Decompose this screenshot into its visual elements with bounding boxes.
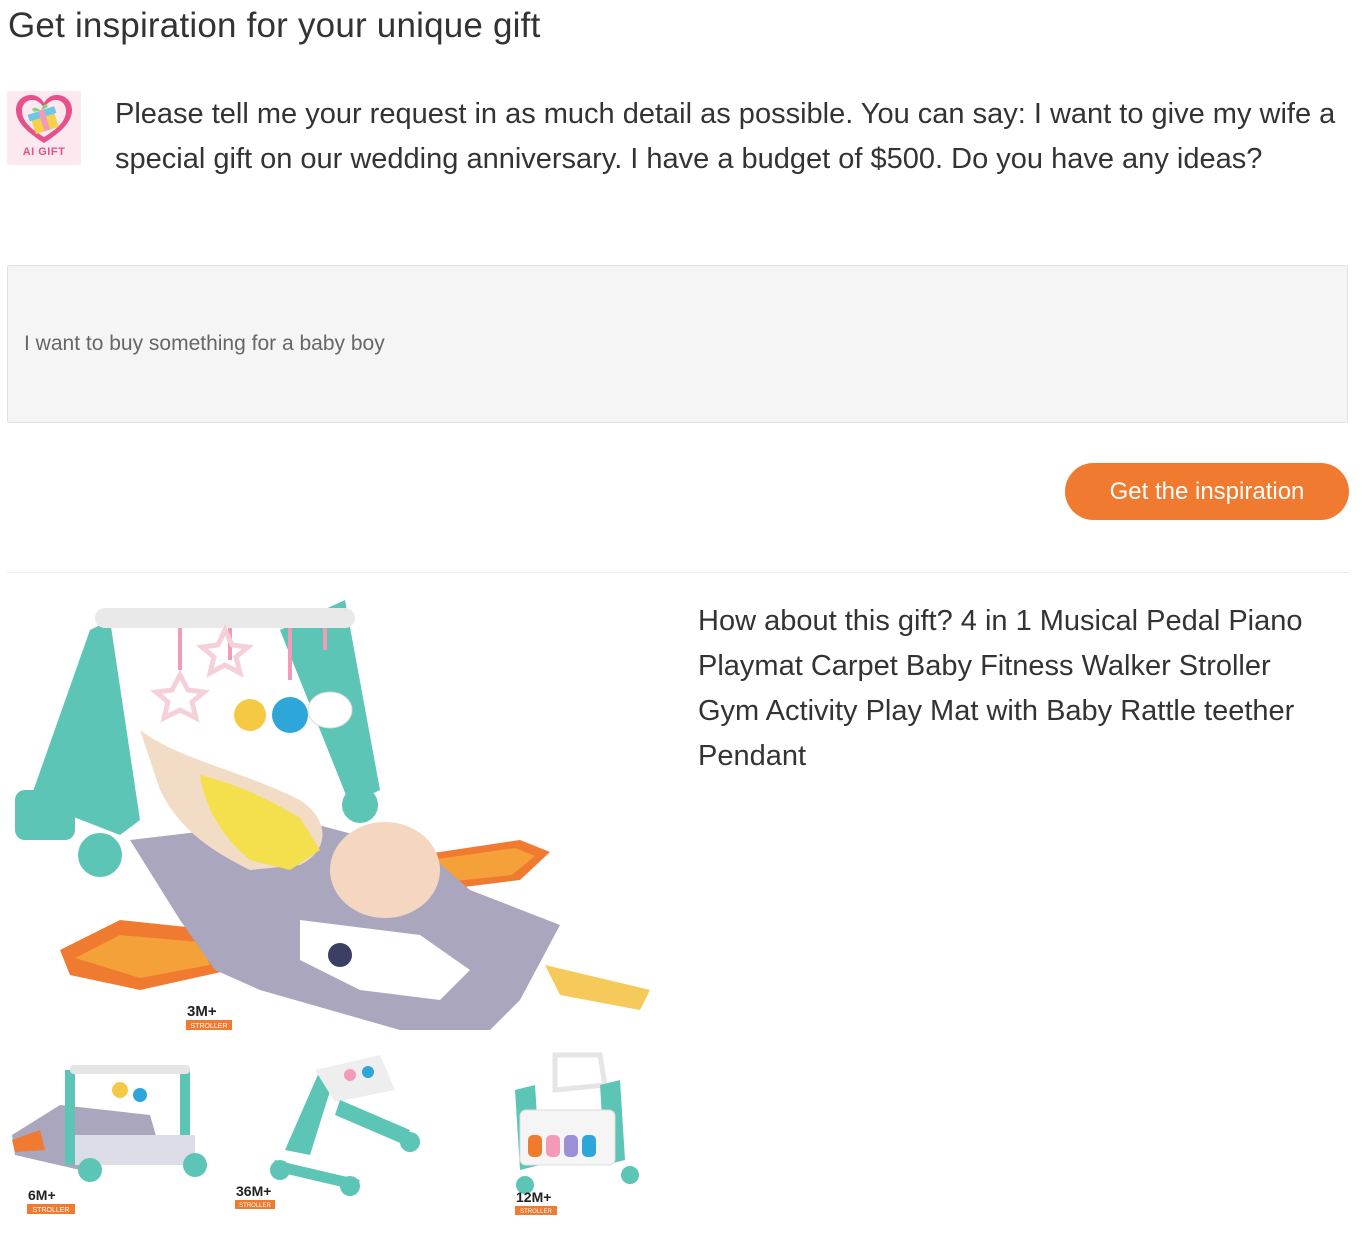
request-input[interactable] (8, 266, 1347, 422)
thumb3-age-label: 12M+ (516, 1189, 551, 1205)
gift-heart-icon (16, 95, 72, 143)
avatar: AI GIFT (7, 91, 81, 165)
thumbnail-6m: 6M+ STROLLER (12, 1065, 207, 1214)
assistant-prompt: Please tell me your request in as much d… (115, 98, 1336, 175)
gift-suggestion: How about this gift? 4 in 1 Musical Peda… (698, 605, 1303, 772)
thumb2-age-label: 36M+ (236, 1183, 271, 1199)
main-playmat-illustration: 3M+ STROLLER (15, 600, 650, 1030)
get-inspiration-button[interactable]: Get the inspiration (1065, 463, 1349, 520)
thumbnail-36m: 36M+ STROLLER (235, 1055, 420, 1209)
thumb3-tag-label: STROLLER (520, 1209, 552, 1215)
request-input-container (7, 265, 1348, 423)
thumb2-tag-label: STROLLER (239, 1203, 271, 1209)
thumb1-age-label: 6M+ (28, 1187, 56, 1203)
main-tag-label: STROLLER (191, 1023, 228, 1030)
product-image: 3M+ STROLLER 6M+ STROLLER 36M+ STROLLER … (0, 590, 660, 1230)
main-age-label: 3M+ (187, 1003, 217, 1020)
divider (7, 572, 1349, 573)
thumbnail-12m: 12M+ STROLLER (515, 1052, 639, 1215)
avatar-label: AI GIFT (22, 146, 66, 158)
thumb1-tag-label: STROLLER (33, 1207, 70, 1214)
page-title: Get inspiration for your unique gift (8, 6, 541, 45)
